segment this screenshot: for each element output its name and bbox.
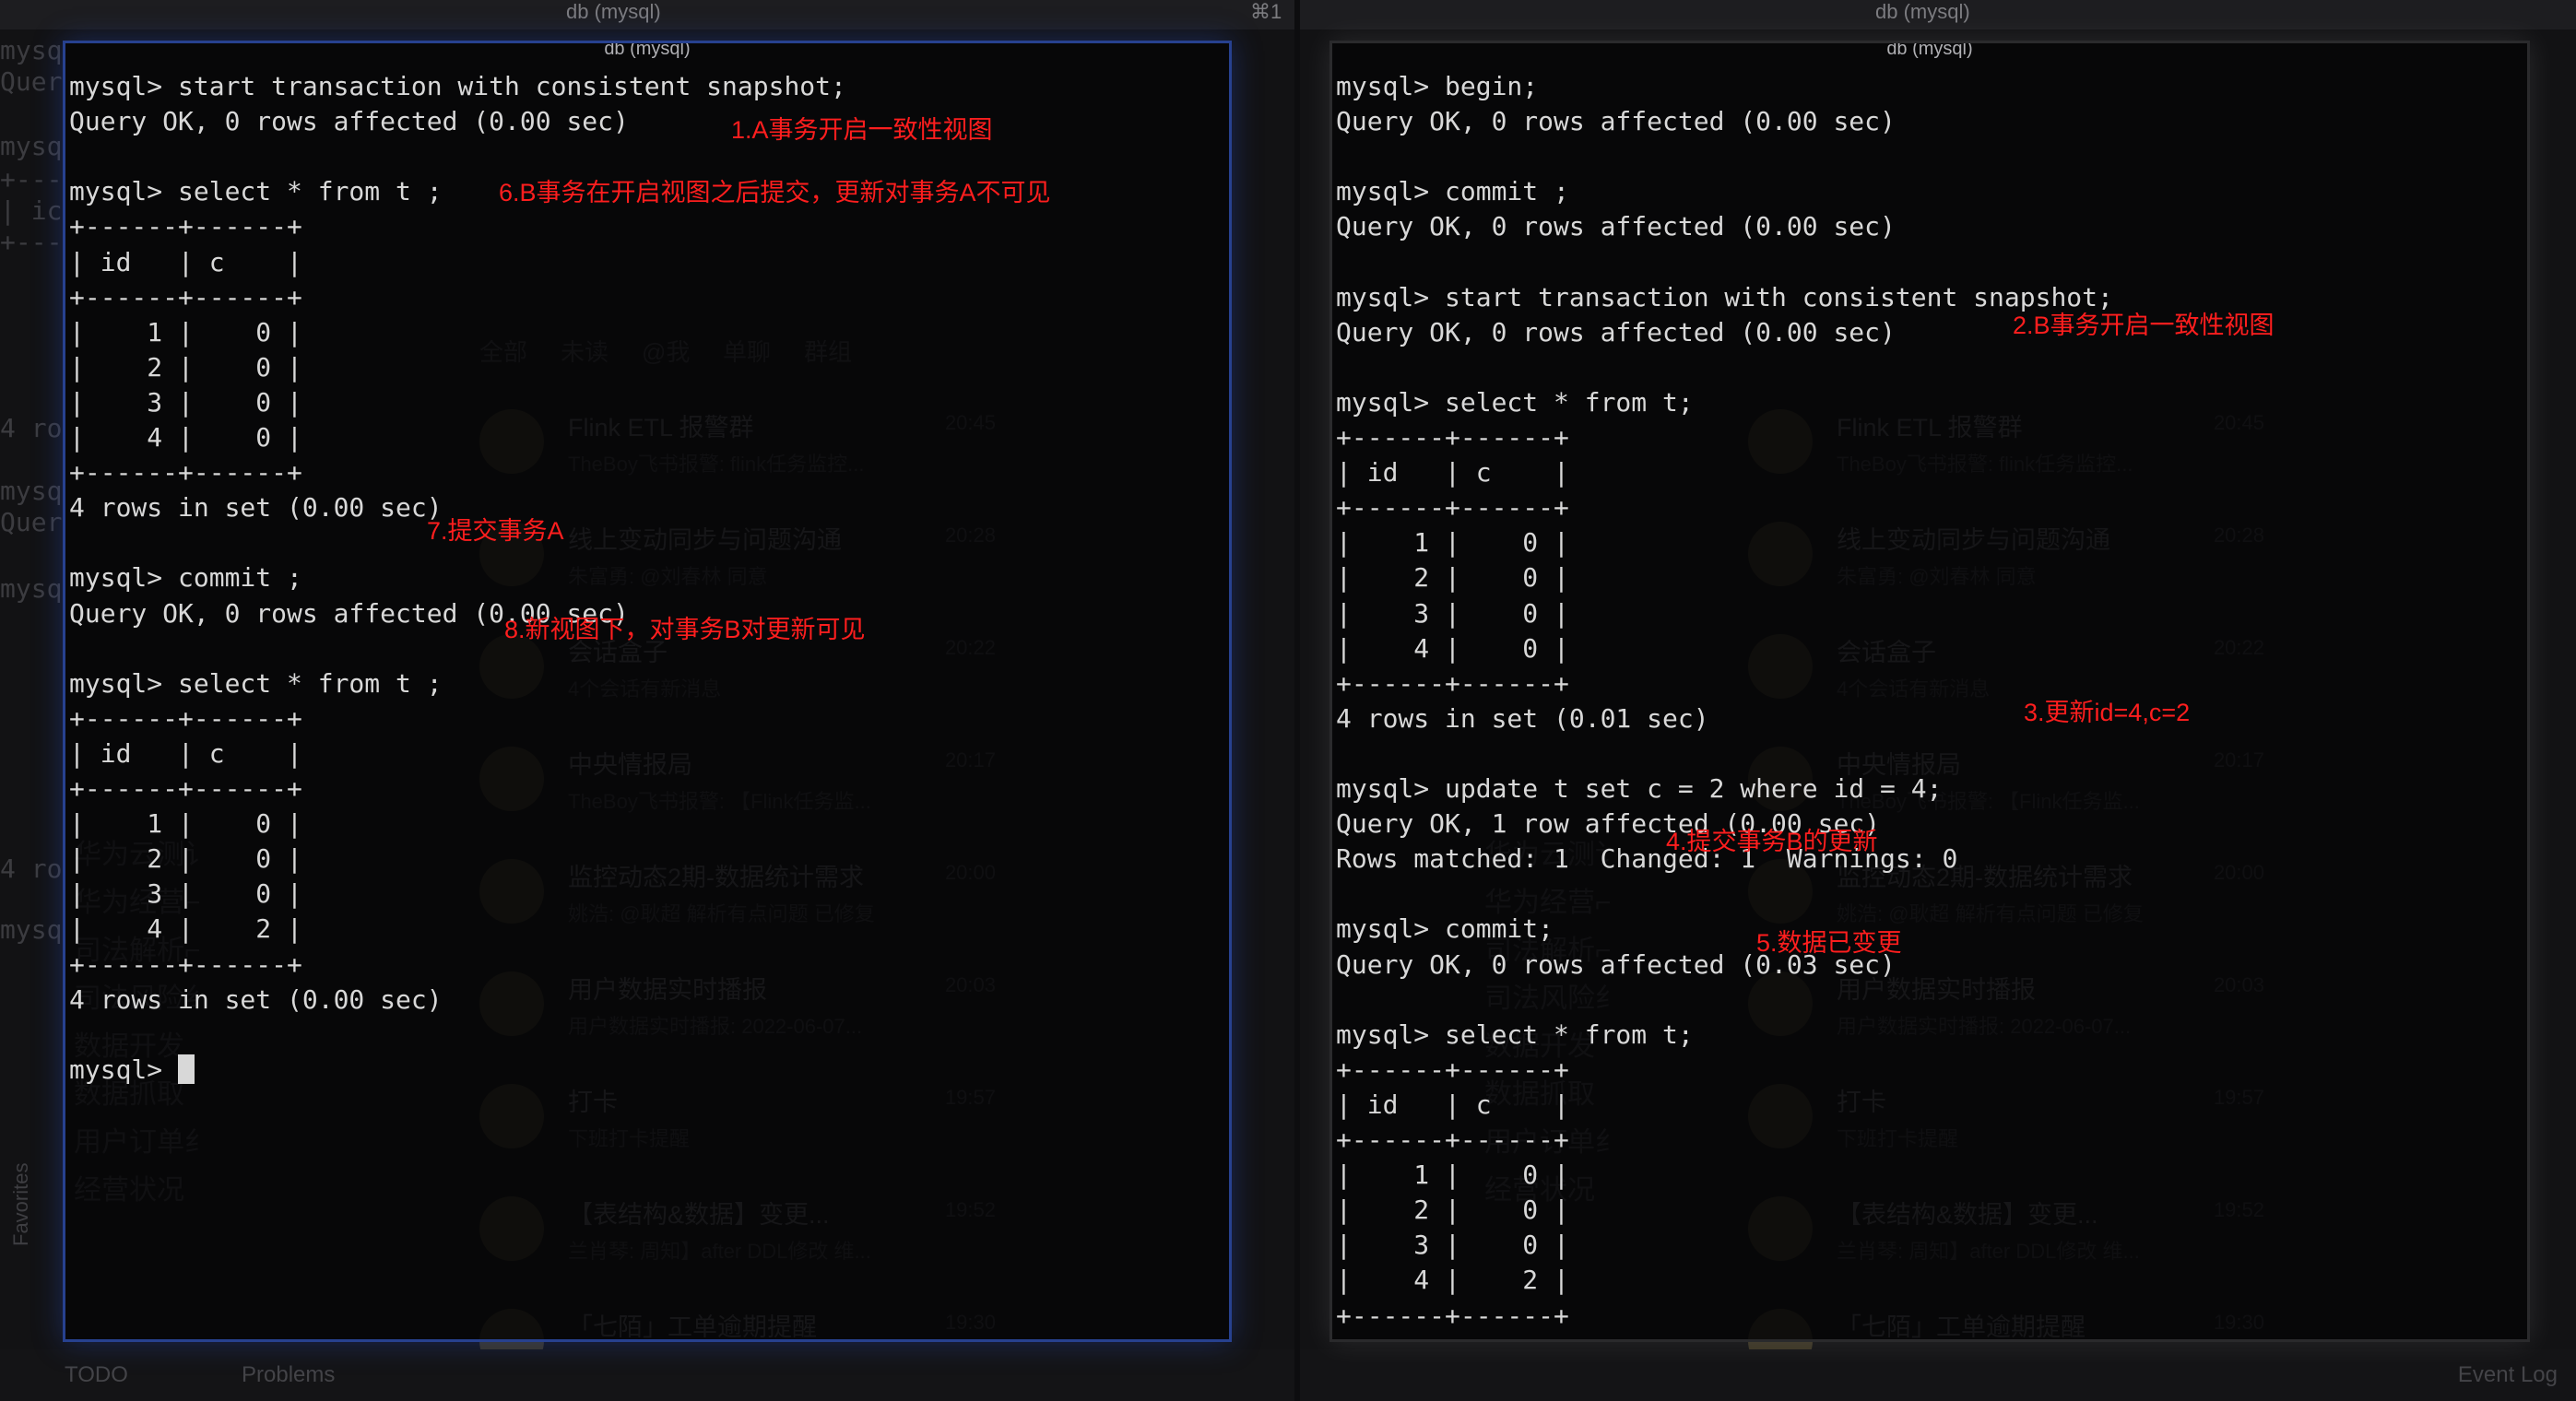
favorites-label: Favorites (9, 1162, 32, 1246)
window-title-bar-right: db (mysql) (1300, 0, 2576, 29)
terminal-output-line: | 4 | 2 | (69, 913, 302, 945)
terminal-output-line: +------+------+ (1336, 422, 1569, 453)
annotation-step-2: 2.B事务开启一致性视图 (2013, 312, 2275, 339)
window-shortcut: ⌘1 (1250, 0, 1282, 23)
terminal-output-line: +------+------+ (69, 457, 302, 489)
terminal-output-line: | 3 | 0 | (1336, 597, 1569, 629)
terminal-output-line: +------+------+ (1336, 1054, 1569, 1085)
terminal-output-line: Query OK, 0 rows affected (0.00 sec) (1336, 106, 1896, 137)
terminal-output-line: | 3 | 0 | (69, 386, 302, 418)
terminal-output-line: | id | c | (1336, 457, 1569, 489)
annotation-step-6: 6.B事务在开启视图之后提交，更新对事务A不可见 (499, 179, 1051, 206)
terminal-output-line: 4 rows in set (0.00 sec) (69, 492, 443, 524)
terminal-prompt-line: mysql> commit ; (69, 562, 302, 594)
terminal-title: db (mysql) (1886, 41, 1973, 59)
terminal-output-line: +------+------+ (69, 702, 302, 734)
terminal-output-line: | id | c | (69, 246, 302, 277)
annotation-step-7: 7.提交事务A (427, 517, 564, 545)
terminal-output-line: +------+------+ (1336, 1124, 1569, 1155)
terminal-output-line: 4 rows in set (0.00 sec) (69, 983, 443, 1015)
terminal-output-line: +------+------+ (69, 773, 302, 804)
terminal-output-line: Query OK, 0 rows affected (0.00 sec) (69, 106, 629, 137)
terminal-output-line: | 1 | 0 | (1336, 527, 1569, 559)
terminal-output-line: | 4 | 0 | (69, 422, 302, 453)
terminal-prompt-line: mysql> (69, 1054, 195, 1086)
terminal-output-line: +------+------+ (1336, 1300, 1569, 1331)
text-cursor[interactable] (178, 1054, 195, 1084)
todo-tab[interactable]: TODO (65, 1362, 128, 1388)
terminal-output-line: | 2 | 0 | (1336, 1195, 1569, 1226)
event-log-tab[interactable]: Event Log (2458, 1362, 2558, 1388)
window-title: db (mysql) (566, 0, 661, 23)
annotation-step-3: 3.更新id=4,c=2 (2024, 699, 2191, 726)
terminal-output-line: Query OK, 0 rows affected (0.00 sec) (1336, 211, 1896, 242)
terminal-output-line: +------+------+ (1336, 667, 1569, 699)
terminal-output-line: | 3 | 0 | (1336, 1230, 1569, 1261)
terminal-prompt-line: mysql> select * from t ; (69, 667, 443, 699)
terminal-prompt-line: mysql> select * from t; (1336, 1018, 1694, 1050)
terminal-output-line: Query OK, 0 rows affected (0.00 sec) (1336, 316, 1896, 347)
annotation-step-1: 1.A事务开启一致性视图 (731, 116, 993, 144)
terminal-prompt-line: mysql> start transaction with consistent… (69, 71, 846, 101)
terminal-output-line: +------+------+ (69, 281, 302, 312)
terminal-prompt-line: mysql> update t set c = 2 where id = 4; (1336, 773, 1943, 804)
terminal-prompt-line: mysql> commit; (1336, 913, 1554, 945)
terminal-title: db (mysql) (604, 41, 691, 59)
annotation-step-5: 5.数据已变更 (1756, 929, 1902, 957)
annotation-step-8: 8.新视图下，对事务B对更新可见 (504, 616, 866, 643)
terminal-output-line: | id | c | (69, 737, 302, 769)
terminal-output-line: +------+------+ (69, 948, 302, 980)
window-title: db (mysql) (1875, 0, 1970, 23)
terminal-output-line: 4 rows in set (0.01 sec) (1336, 702, 1709, 734)
terminal-output-line: | 1 | 0 | (1336, 1160, 1569, 1191)
terminal-output-line: | 4 | 0 | (1336, 632, 1569, 664)
terminal-prompt-line: mysql> start transaction with consistent… (1336, 281, 2113, 312)
terminal-output-line: | 3 | 0 | (69, 878, 302, 910)
terminal-window-b[interactable]: db (mysql) mysql> begin; Query OK, 0 rows… (1329, 41, 2530, 1342)
ide-bottom-bar: Event Log (1300, 1349, 2576, 1401)
terminal-output-line: 4 rows in set (0.01 sec) (1336, 1336, 1709, 1339)
terminal-output-line: | id | c | (1336, 1089, 1569, 1120)
terminal-prompt-line: mysql> commit ; (1336, 176, 1569, 207)
terminal-prompt-line: mysql> select * from t ; (69, 176, 443, 207)
terminal-output-line: | 1 | 0 | (69, 316, 302, 347)
problems-tab[interactable]: Problems (242, 1362, 335, 1388)
terminal-output-line: | 1 | 0 | (69, 808, 302, 840)
terminal-output-line: | 2 | 0 | (1336, 562, 1569, 594)
terminal-output-line: | 2 | 0 | (69, 351, 302, 383)
annotation-step-4: 4.提交事务B的更新 (1666, 828, 1878, 855)
terminal-output-line: +------+------+ (1336, 492, 1569, 524)
window-title-bar-left: db (mysql) ⌘1 (0, 0, 1294, 29)
terminal-output-line: +------+------+ (69, 211, 302, 242)
terminal-prompt-line: mysql> begin; (1336, 71, 1539, 101)
terminal-output-line: | 4 | 2 | (1336, 1265, 1569, 1296)
ide-bottom-bar: TODO Problems (0, 1349, 1294, 1401)
terminal-window-a[interactable]: db (mysql) mysql> start transaction with… (63, 41, 1232, 1342)
terminal-output-line: | 2 | 0 | (69, 843, 302, 875)
terminal-prompt-line: mysql> select * from t; (1336, 386, 1694, 418)
